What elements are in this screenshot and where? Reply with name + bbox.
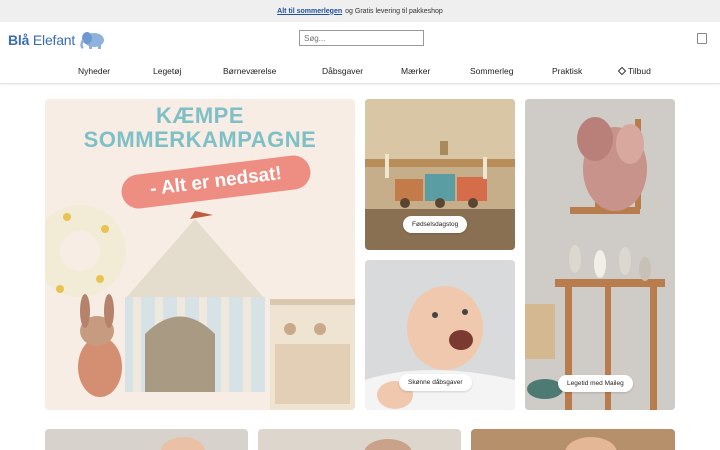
nav-item-bornevaerelse[interactable]: Børneværelse xyxy=(223,66,276,76)
search-input[interactable] xyxy=(299,30,424,46)
product-tile-row2-3[interactable] xyxy=(471,429,675,450)
product-tile-row2-2[interactable] xyxy=(258,429,461,450)
promo-title-line-2: SOMMERKAMPAGNE xyxy=(83,127,317,152)
nav-item-dabsgaver[interactable]: Dåbsgaver xyxy=(322,66,363,76)
announcement-bar: Alt til sommerlegen og Gratis levering t… xyxy=(0,0,720,22)
birthday-train-tile[interactable]: Fødselsdagstog xyxy=(365,99,515,250)
nav-item-maerker[interactable]: Mærker xyxy=(401,66,430,76)
tag-icon xyxy=(617,66,627,76)
site-header: Blå Elefant xyxy=(0,22,720,58)
logo-word-2: Elefant xyxy=(32,32,76,48)
summer-games-link[interactable]: Alt til sommerlegen xyxy=(277,8,342,15)
maileg-image xyxy=(525,99,675,410)
logo[interactable]: Blå Elefant xyxy=(8,28,107,52)
row2-2-image xyxy=(364,439,412,450)
row2-1-image xyxy=(161,437,205,450)
row2-3-image xyxy=(565,437,617,450)
tile-label-maileg: Legetid med Maileg xyxy=(558,375,633,392)
main-nav: Nyheder Legetøj Børneværelse Dåbsgaver M… xyxy=(0,58,720,84)
promo-banner: - Alt er nedsat! xyxy=(119,153,313,211)
nav-item-tilbud[interactable]: Tilbud xyxy=(617,66,651,76)
nav-item-praktisk[interactable]: Praktisk xyxy=(552,66,582,76)
logo-word-1: Blå xyxy=(8,32,30,48)
baptism-gifts-tile[interactable]: Skønne dåbsgaver xyxy=(365,260,515,410)
nav-item-nyheder[interactable]: Nyheder xyxy=(78,66,110,76)
announcement-text: og Gratis levering til pakkeshop xyxy=(345,7,443,15)
nav-item-tilbud-label: Tilbud xyxy=(628,66,651,76)
promo-title-line-1: KÆMPE xyxy=(155,103,245,128)
cart-icon[interactable] xyxy=(697,33,707,44)
tile-label-baptism-gifts: Skønne dåbsgaver xyxy=(399,374,472,391)
elephant-icon xyxy=(80,32,105,50)
product-tile-row2-1[interactable] xyxy=(45,429,248,450)
nav-item-sommerleg[interactable]: Sommerleg xyxy=(470,66,513,76)
logo-text: Blå Elefant xyxy=(8,32,75,48)
maileg-tile[interactable]: Legetid med Maileg xyxy=(525,99,675,410)
tile-label-birthday-train: Fødselsdagstog xyxy=(403,216,468,233)
summer-campaign-banner[interactable]: KÆMPE SOMMERKAMPAGNE - Alt er nedsat! xyxy=(45,99,355,410)
nav-item-legetoj[interactable]: Legetøj xyxy=(153,66,181,76)
